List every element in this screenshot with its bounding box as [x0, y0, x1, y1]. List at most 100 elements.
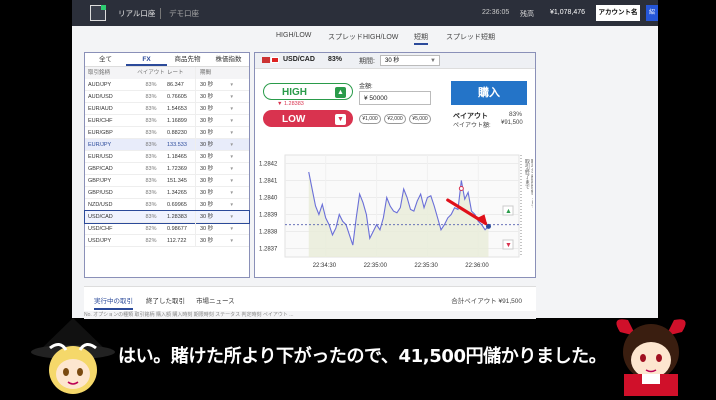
total-payout: 合計ペイアウト ¥91,500: [451, 298, 522, 305]
asset-period[interactable]: 30 秒 ▼: [195, 139, 237, 150]
asset-row[interactable]: GBP/USD 83% 1.34265 30 秒 ▼: [85, 187, 249, 199]
chip-2000[interactable]: ¥2,000: [384, 114, 406, 124]
asset-rate: 1.34265: [167, 190, 187, 196]
tab-indices[interactable]: 株価指数: [208, 53, 249, 66]
y-tick-label: 1.2837: [259, 247, 278, 253]
asset-payout: 83%: [145, 190, 157, 196]
up-arrow-icon: ▲: [505, 208, 512, 215]
buy-button[interactable]: 購入: [451, 81, 527, 105]
asset-payout: 83%: [145, 106, 157, 112]
asset-period[interactable]: 30 秒 ▼: [195, 91, 237, 102]
tab-fx[interactable]: FX: [126, 53, 167, 66]
time-to-window-close-label: 取引可能期間終了まで: [530, 159, 533, 209]
asset-rate: 1.54653: [167, 106, 187, 112]
asset-row[interactable]: EUR/USD 83% 1.18465 30 秒 ▼: [85, 151, 249, 163]
asset-period[interactable]: 30 秒 ▼: [195, 79, 237, 90]
asset-list-panel: 全て FX 商品先物 株価指数 取引銘柄 ペイアウト レート 期間 AUD/JP…: [84, 52, 250, 278]
tab-real-account[interactable]: リアル口座: [118, 8, 155, 19]
asset-period[interactable]: 30 秒 ▼: [195, 127, 237, 138]
menu-button[interactable]: 紹: [646, 5, 658, 21]
period-select[interactable]: 30 秒 ▼: [380, 55, 440, 66]
marisa-character: [31, 318, 115, 394]
tab-highlow[interactable]: HIGH/LOW: [276, 32, 311, 39]
asset-payout: 82%: [145, 226, 157, 232]
y-tick-label: 1.2840: [259, 196, 278, 202]
asset-table-body: AUD/JPY 83% 86.347 30 秒 ▼ AUD/USD 83% 0.76605 30…: [84, 79, 250, 247]
price-chart-svg: 1.2842 1.2841 1.2840 1.2839 1.2838 1.2837 22:3…: [259, 154, 533, 269]
period-label: 期間:: [359, 58, 375, 65]
payout-percent: 83%: [509, 111, 523, 118]
asset-row[interactable]: EUR/JPY 83% 133.533 30 秒 ▼: [85, 139, 249, 151]
tab-spread-highlow[interactable]: スプレッドHIGH/LOW: [328, 32, 398, 42]
asset-row[interactable]: GBP/JPY 83% 151.345 30 秒 ▼: [85, 175, 249, 187]
asset-payout: 83%: [145, 130, 157, 136]
asset-pair: EUR/GBP: [88, 130, 113, 136]
asset-period[interactable]: 30 秒 ▼: [195, 103, 237, 114]
asset-period[interactable]: 30 秒 ▼: [195, 151, 237, 162]
asset-row[interactable]: AUD/JPY 83% 86.347 30 秒 ▼: [85, 79, 249, 91]
top-bar: リアル口座 デモ口座 22:36:05 残高 ¥1,078,476 アカウント名…: [72, 0, 658, 26]
tab-demo-account[interactable]: デモ口座: [160, 8, 199, 19]
chevron-down-icon: ▼: [229, 226, 234, 231]
asset-period[interactable]: 30 秒 ▼: [195, 187, 237, 198]
app-logo[interactable]: [90, 5, 106, 21]
asset-rate: 1.16899: [167, 118, 187, 124]
chevron-down-icon: ▼: [229, 118, 234, 123]
asset-rate: 1.28383: [167, 214, 187, 220]
asset-row[interactable]: EUR/GBP 83% 0.88230 30 秒 ▼: [85, 127, 249, 139]
trade-history-panel: 実行中の取引 終了した取引 市場ニュース 合計ペイアウト ¥91,500 No.…: [84, 286, 536, 319]
chevron-down-icon: ▼: [229, 202, 234, 207]
x-tick-label: 22:34:30: [313, 263, 337, 269]
down-arrow-icon: ▼: [505, 242, 512, 249]
mode-tabs: HIGH/LOW スプレッドHIGH/LOW 短期 スプレッド短期: [72, 30, 658, 45]
x-tick-label: 22:35:00: [364, 263, 388, 269]
asset-rate: 151.345: [167, 178, 187, 184]
asset-period[interactable]: 30 秒 ▼: [195, 235, 237, 246]
canada-flag-icon: [271, 57, 279, 63]
chevron-down-icon: ▼: [229, 106, 234, 111]
asset-period[interactable]: 30 秒 ▼: [195, 211, 237, 222]
header-payout: ペイアウト: [137, 70, 165, 76]
account-button[interactable]: アカウント名: [596, 5, 640, 21]
amount-input[interactable]: ¥ 50000: [359, 91, 431, 105]
asset-row[interactable]: USD/CAD 83% 1.28383 30 秒 ▼: [84, 210, 250, 224]
tab-market-news[interactable]: 市場ニュース: [196, 295, 235, 305]
chevron-down-icon: ▼: [229, 190, 234, 195]
low-button[interactable]: LOW ▼: [263, 110, 353, 127]
asset-period[interactable]: 30 秒 ▼: [195, 223, 237, 234]
asset-payout: 83%: [145, 94, 157, 100]
chevron-down-icon: ▼: [229, 178, 234, 183]
high-button[interactable]: HIGH ▲: [263, 83, 353, 100]
asset-payout: 83%: [145, 202, 157, 208]
chevron-down-icon: ▼: [229, 130, 234, 135]
tab-spread-short-term[interactable]: スプレッド短期: [446, 32, 495, 42]
asset-category-tabs: 全て FX 商品先物 株価指数: [85, 53, 249, 67]
tab-commodities[interactable]: 商品先物: [167, 53, 208, 66]
asset-period[interactable]: 30 秒 ▼: [195, 115, 237, 126]
chevron-down-icon: ▼: [229, 82, 234, 87]
asset-payout: 83%: [145, 118, 157, 124]
tab-short-term[interactable]: 短期: [414, 32, 428, 45]
us-flag-icon: [262, 57, 270, 63]
asset-period[interactable]: 30 秒 ▼: [195, 199, 237, 210]
tab-closed-trades[interactable]: 終了した取引: [146, 295, 185, 305]
asset-rate: 0.76605: [167, 94, 187, 100]
asset-row[interactable]: USD/CHF 82% 0.98677 30 秒 ▼: [85, 223, 249, 235]
chip-1000[interactable]: ¥1,000: [359, 114, 381, 124]
asset-pair: EUR/JPY: [88, 142, 112, 148]
down-arrow-icon: ▼: [335, 114, 346, 125]
asset-rate: 0.88230: [167, 130, 187, 136]
asset-period[interactable]: 30 秒 ▼: [195, 163, 237, 174]
tab-all[interactable]: 全て: [85, 53, 126, 66]
asset-row[interactable]: EUR/CHF 83% 1.16899 30 秒 ▼: [85, 115, 249, 127]
asset-row[interactable]: GBP/CAD 83% 1.72369 30 秒 ▼: [85, 163, 249, 175]
asset-payout: 83%: [145, 178, 157, 184]
asset-row[interactable]: USD/JPY 82% 112.722 30 秒 ▼: [85, 235, 249, 247]
tab-active-trades[interactable]: 実行中の取引: [94, 295, 133, 310]
price-chart: 1.2842 1.2841 1.2840 1.2839 1.2838 1.2837 22:3…: [257, 149, 533, 275]
chip-5000[interactable]: ¥5,000: [409, 114, 431, 124]
asset-row[interactable]: NZD/USD 83% 0.69965 30 秒 ▼: [85, 199, 249, 211]
asset-row[interactable]: EUR/AUD 83% 1.54653 30 秒 ▼: [85, 103, 249, 115]
asset-row[interactable]: AUD/USD 83% 0.76605 30 秒 ▼: [85, 91, 249, 103]
asset-period[interactable]: 30 秒 ▼: [195, 175, 237, 186]
